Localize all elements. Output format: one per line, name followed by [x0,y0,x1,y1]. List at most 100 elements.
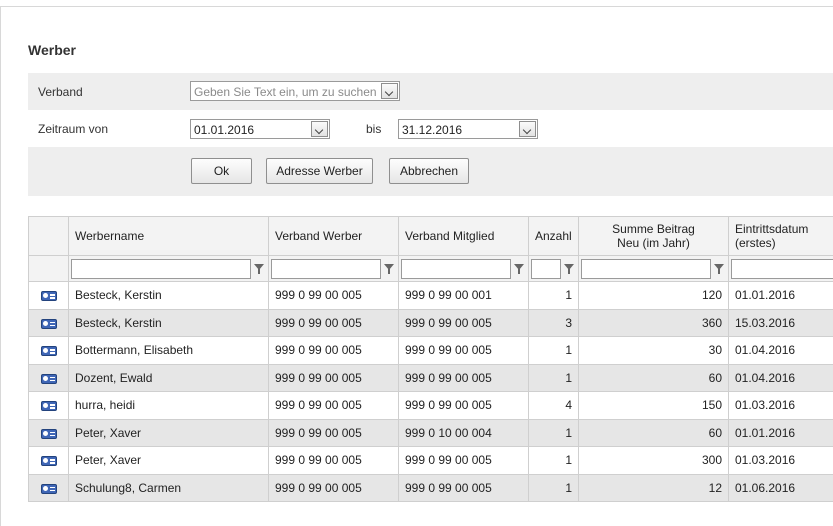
icon-column-header [29,217,69,256]
cell-summe: 12 [579,474,729,502]
cell-anzahl: 1 [529,337,579,365]
cell-verband-mitglied: 999 0 99 00 005 [399,474,529,502]
ok-button[interactable]: Ok [191,158,252,184]
filter-cell-anzahl [529,256,579,282]
adresse-werber-button[interactable]: Adresse Werber [266,158,373,184]
column-header-anzahl[interactable]: Anzahl [529,217,579,256]
row-icon-cell[interactable] [29,309,69,337]
filter-cell-verband-mitglied [399,256,529,282]
contact-card-icon[interactable] [41,318,57,330]
filter-input-werbername[interactable] [71,259,251,279]
filter-input-summe[interactable] [581,259,711,279]
cell-summe: 300 [579,447,729,475]
filter-cell-summe [579,256,729,282]
cell-eintrittsdatum: 15.03.2016 [729,309,833,337]
table-row[interactable]: Schulung8, Carmen999 0 99 00 005999 0 99… [29,474,833,502]
verband-placeholder: Geben Sie Text ein, um zu suchen [194,85,380,99]
table-body: Besteck, Kerstin999 0 99 00 005999 0 99 … [29,282,833,502]
cell-verband-werber: 999 0 99 00 005 [269,364,399,392]
filter-icon[interactable] [253,262,265,276]
button-row: Ok Adresse Werber Abbrechen [28,147,833,196]
bis-label: bis [366,122,381,136]
verband-label: Verband [38,85,83,99]
cell-anzahl: 1 [529,447,579,475]
cell-anzahl: 1 [529,419,579,447]
column-header-summe[interactable]: Summe Beitrag Neu (im Jahr) [579,217,729,256]
cell-verband-mitglied: 999 0 99 00 005 [399,309,529,337]
filter-input-verband-mitglied[interactable] [401,259,511,279]
filter-input-verband-werber[interactable] [271,259,381,279]
contact-card-icon[interactable] [41,345,57,357]
column-header-eintrittsdatum[interactable]: Eintrittsdatum (erstes) [729,217,833,256]
row-icon-cell[interactable] [29,337,69,365]
zeitraum-label: Zeitraum von [38,122,108,136]
row-icon-cell[interactable] [29,392,69,420]
filter-icon[interactable] [713,262,725,276]
column-header-verband-mitglied[interactable]: Verband Mitglied [399,217,529,256]
table-row[interactable]: Besteck, Kerstin999 0 99 00 005999 0 99 … [29,309,833,337]
table-row[interactable]: Bottermann, Elisabeth999 0 99 00 005999 … [29,337,833,365]
cell-eintrittsdatum: 01.01.2016 [729,419,833,447]
cell-verband-werber: 999 0 99 00 005 [269,447,399,475]
abbrechen-button[interactable]: Abbrechen [389,158,469,184]
cell-verband-mitglied: 999 0 99 00 005 [399,364,529,392]
cell-verband-werber: 999 0 99 00 005 [269,282,399,310]
cell-anzahl: 1 [529,364,579,392]
contact-card-icon[interactable] [41,483,57,495]
chevron-down-icon[interactable] [311,121,328,137]
cell-anzahl: 1 [529,474,579,502]
summe-header-line1: Summe Beitrag [585,222,722,236]
row-icon-cell[interactable] [29,282,69,310]
cell-verband-werber: 999 0 99 00 005 [269,474,399,502]
cell-werbername: Bottermann, Elisabeth [69,337,269,365]
filter-input-anzahl[interactable] [531,259,561,279]
filter-icon[interactable] [383,262,395,276]
verband-row: Verband Geben Sie Text ein, um zu suchen [28,73,833,110]
contact-card-icon[interactable] [41,428,57,440]
werber-table: Werbername Verband Werber Verband Mitgli… [28,216,833,502]
cell-verband-mitglied: 999 0 99 00 005 [399,337,529,365]
chevron-down-icon[interactable] [519,121,536,137]
eintritt-header-line1: Eintrittsdatum [735,222,832,236]
cell-verband-werber: 999 0 99 00 005 [269,392,399,420]
row-icon-cell[interactable] [29,474,69,502]
row-icon-cell[interactable] [29,364,69,392]
contact-card-icon[interactable] [41,455,57,467]
zeitraum-row: Zeitraum von 01.01.2016 bis 31.12.2016 [28,110,833,147]
table-row[interactable]: Besteck, Kerstin999 0 99 00 005999 0 99 … [29,282,833,310]
filter-input-eintrittsdatum[interactable] [731,259,833,279]
column-header-verband-werber[interactable]: Verband Werber [269,217,399,256]
date-to-value: 31.12.2016 [402,123,462,137]
cell-verband-werber: 999 0 99 00 005 [269,419,399,447]
cell-werbername: Besteck, Kerstin [69,282,269,310]
date-to-field[interactable]: 31.12.2016 [398,119,538,139]
cell-werbername: Peter, Xaver [69,447,269,475]
column-header-werbername[interactable]: Werbername [69,217,269,256]
table-row[interactable]: Peter, Xaver999 0 99 00 005999 0 99 00 0… [29,447,833,475]
cell-summe: 360 [579,309,729,337]
table-row[interactable]: Dozent, Ewald999 0 99 00 005999 0 99 00 … [29,364,833,392]
cell-anzahl: 3 [529,309,579,337]
contact-card-icon[interactable] [41,290,57,302]
filter-cell-eintrittsdatum [729,256,833,282]
cell-summe: 30 [579,337,729,365]
filter-icon[interactable] [563,262,575,276]
contact-card-icon[interactable] [41,400,57,412]
row-icon-cell[interactable] [29,419,69,447]
filter-cell-werbername [69,256,269,282]
cell-werbername: hurra, heidi [69,392,269,420]
contact-card-icon[interactable] [41,373,57,385]
cell-summe: 120 [579,282,729,310]
table-row[interactable]: hurra, heidi999 0 99 00 005999 0 99 00 0… [29,392,833,420]
chevron-down-icon[interactable] [381,83,398,99]
filter-row [29,256,833,282]
cell-verband-mitglied: 999 0 99 00 001 [399,282,529,310]
cell-summe: 150 [579,392,729,420]
filter-icon[interactable] [513,262,525,276]
verband-combobox[interactable]: Geben Sie Text ein, um zu suchen [190,81,400,101]
date-from-field[interactable]: 01.01.2016 [190,119,330,139]
table-header: Werbername Verband Werber Verband Mitgli… [29,217,833,256]
row-icon-cell[interactable] [29,447,69,475]
cell-verband-mitglied: 999 0 10 00 004 [399,419,529,447]
table-row[interactable]: Peter, Xaver999 0 99 00 005999 0 10 00 0… [29,419,833,447]
